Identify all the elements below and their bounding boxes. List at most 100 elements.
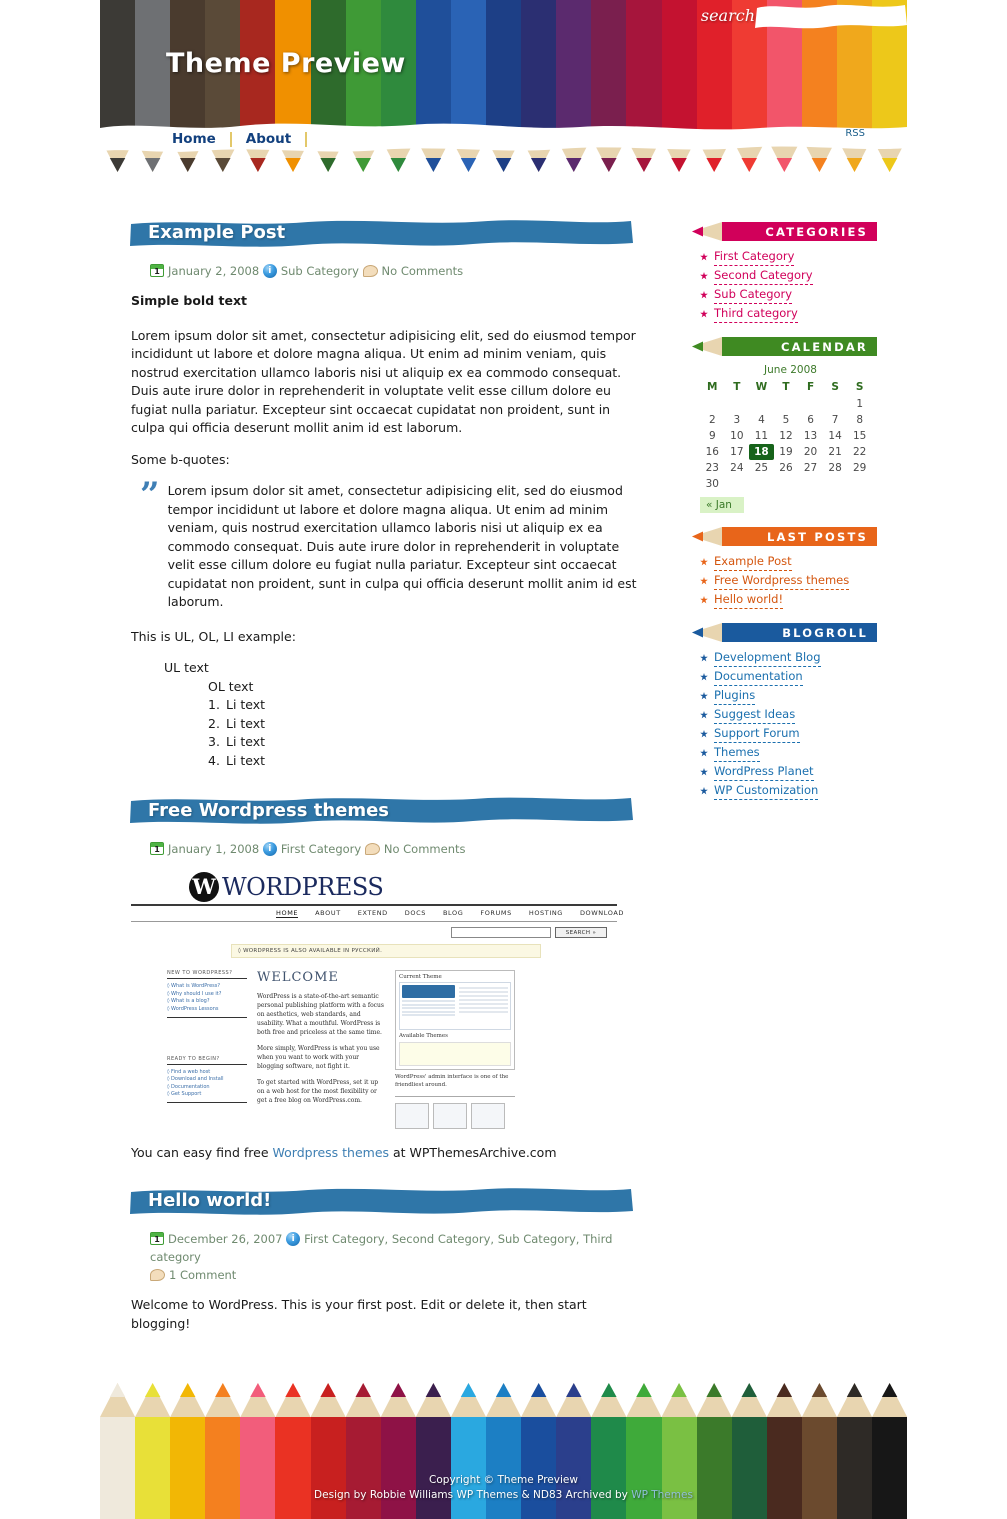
bullet-icon <box>700 787 708 795</box>
last-post-link[interactable]: Hello world! <box>714 592 784 609</box>
post-title[interactable]: Hello world! <box>128 1186 640 1216</box>
calendar-day[interactable]: 1 <box>847 396 872 412</box>
blogroll-link[interactable]: WordPress Planet <box>714 764 814 781</box>
calendar-day[interactable]: 30 <box>700 476 725 492</box>
list-item[interactable]: First Category <box>700 249 877 266</box>
post-date[interactable]: December 26, 2007 <box>168 1232 283 1246</box>
calendar-day[interactable]: 22 <box>847 444 872 460</box>
category-link[interactable]: First Category <box>714 249 795 266</box>
post-comments[interactable]: 1 Comment <box>169 1268 236 1282</box>
list-item[interactable]: Third category <box>700 306 877 323</box>
post-comments[interactable]: No Comments <box>382 264 464 278</box>
calendar-day[interactable]: 25 <box>749 460 774 476</box>
post-date[interactable]: January 1, 2008 <box>168 842 259 856</box>
calendar-day[interactable]: 17 <box>725 444 750 460</box>
post-categories[interactable]: First Category <box>281 842 361 856</box>
calendar-day[interactable]: 2 <box>700 412 725 428</box>
calendar-empty-cell <box>749 476 774 492</box>
calendar-day[interactable]: 5 <box>774 412 799 428</box>
blogroll-link[interactable]: Suggest Ideas <box>714 707 796 724</box>
bullet-icon <box>700 654 708 662</box>
calendar-day[interactable]: 12 <box>774 428 799 444</box>
blogroll-link[interactable]: Support Forum <box>714 726 800 743</box>
post-date[interactable]: January 2, 2008 <box>168 264 259 278</box>
calendar-day[interactable]: 28 <box>823 460 848 476</box>
calendar-day[interactable]: 29 <box>847 460 872 476</box>
list-item[interactable]: Suggest Ideas <box>700 707 877 724</box>
ul-item: UL text <box>164 660 209 675</box>
post-categories[interactable]: Sub Category <box>281 264 359 278</box>
post-comments[interactable]: No Comments <box>384 842 466 856</box>
last-post-link[interactable]: Free Wordpress themes <box>714 573 850 590</box>
list-item[interactable]: Plugins <box>700 688 877 705</box>
list-item[interactable]: Example Post <box>700 554 877 571</box>
list-item[interactable]: WP Customization <box>700 783 877 800</box>
calendar-day[interactable]: 20 <box>798 444 823 460</box>
list-item[interactable]: Themes <box>700 745 877 762</box>
calendar-day[interactable]: 21 <box>823 444 848 460</box>
calendar-day[interactable]: 3 <box>725 412 750 428</box>
category-link[interactable]: Third category <box>714 306 798 323</box>
outro-link[interactable]: Wordpress themes <box>273 1145 390 1160</box>
calendar-empty-cell <box>798 396 823 412</box>
bullet-icon <box>700 673 708 681</box>
calendar-day[interactable]: 7 <box>823 412 848 428</box>
calendar-day[interactable]: 15 <box>847 428 872 444</box>
search-input[interactable] <box>765 7 901 25</box>
category-link[interactable]: Sub Category <box>714 287 793 304</box>
blogroll-list: Development Blog Documentation Plugins S… <box>692 650 877 800</box>
calendar-day[interactable]: 27 <box>798 460 823 476</box>
calendar-day[interactable]: 11 <box>749 428 774 444</box>
blogroll-link[interactable]: WP Customization <box>714 783 819 800</box>
footer-credits-link[interactable]: WP Themes <box>631 1489 693 1501</box>
blogroll-link[interactable]: Themes <box>714 745 760 762</box>
post-title[interactable]: Example Post <box>128 218 640 248</box>
calendar-prev-link[interactable]: « Jan <box>700 497 744 513</box>
widget-heading: CATEGORIES <box>765 224 868 239</box>
footer-credits-text: Design by Robbie Williams WP Themes & ND… <box>314 1489 632 1501</box>
bullet-icon <box>700 291 708 299</box>
calendar-day[interactable]: 8 <box>847 412 872 428</box>
wp-shot-theme-panel: Current Theme Available Themes <box>395 970 515 1070</box>
list-item[interactable]: Sub Category <box>700 287 877 304</box>
bullet-icon <box>700 692 708 700</box>
list-item[interactable]: WordPress Planet <box>700 764 877 781</box>
post-title[interactable]: Free Wordpress themes <box>128 796 640 826</box>
calendar-icon <box>150 1232 164 1245</box>
list-item[interactable]: Free Wordpress themes <box>700 573 877 590</box>
calendar-day[interactable]: 6 <box>798 412 823 428</box>
nav-item-home[interactable]: Home <box>158 131 230 147</box>
calendar-day[interactable]: 23 <box>700 460 725 476</box>
calendar-day[interactable]: 16 <box>700 444 725 460</box>
calendar-day[interactable]: 13 <box>798 428 823 444</box>
calendar-icon <box>150 842 164 855</box>
list-item[interactable]: Development Blog <box>700 650 877 667</box>
list-item[interactable]: Support Forum <box>700 726 877 743</box>
calendar-week-row: 30 <box>700 476 872 492</box>
calendar-day[interactable]: 26 <box>774 460 799 476</box>
calendar-day[interactable]: 19 <box>774 444 799 460</box>
calendar-day[interactable]: 9 <box>700 428 725 444</box>
blogroll-link[interactable]: Plugins <box>714 688 756 705</box>
wp-shot-tiles <box>395 1096 515 1129</box>
wp-shot-left-item: ◊ Download and Install <box>167 1076 224 1082</box>
calendar-week-row: 2345678 <box>700 412 872 428</box>
widget-heading: LAST POSTS <box>767 529 868 544</box>
calendar-day[interactable]: 14 <box>823 428 848 444</box>
list-item[interactable]: Second Category <box>700 268 877 285</box>
calendar-day[interactable]: 24 <box>725 460 750 476</box>
main-navigation[interactable]: Home About <box>158 128 308 150</box>
rss-link[interactable]: RSS <box>845 128 865 139</box>
nav-item-about[interactable]: About <box>232 131 305 147</box>
blogroll-link[interactable]: Development Blog <box>714 650 821 667</box>
category-link[interactable]: Second Category <box>714 268 813 285</box>
li-text: Li text <box>226 752 266 768</box>
blogroll-link[interactable]: Documentation <box>714 669 803 686</box>
calendar-day[interactable]: 4 <box>749 412 774 428</box>
calendar-day[interactable]: 10 <box>725 428 750 444</box>
weekday-fri: F <box>806 381 815 393</box>
last-post-link[interactable]: Example Post <box>714 554 792 571</box>
list-item[interactable]: Hello world! <box>700 592 877 609</box>
list-item[interactable]: Documentation <box>700 669 877 686</box>
calendar-today[interactable]: 18 <box>749 444 774 460</box>
